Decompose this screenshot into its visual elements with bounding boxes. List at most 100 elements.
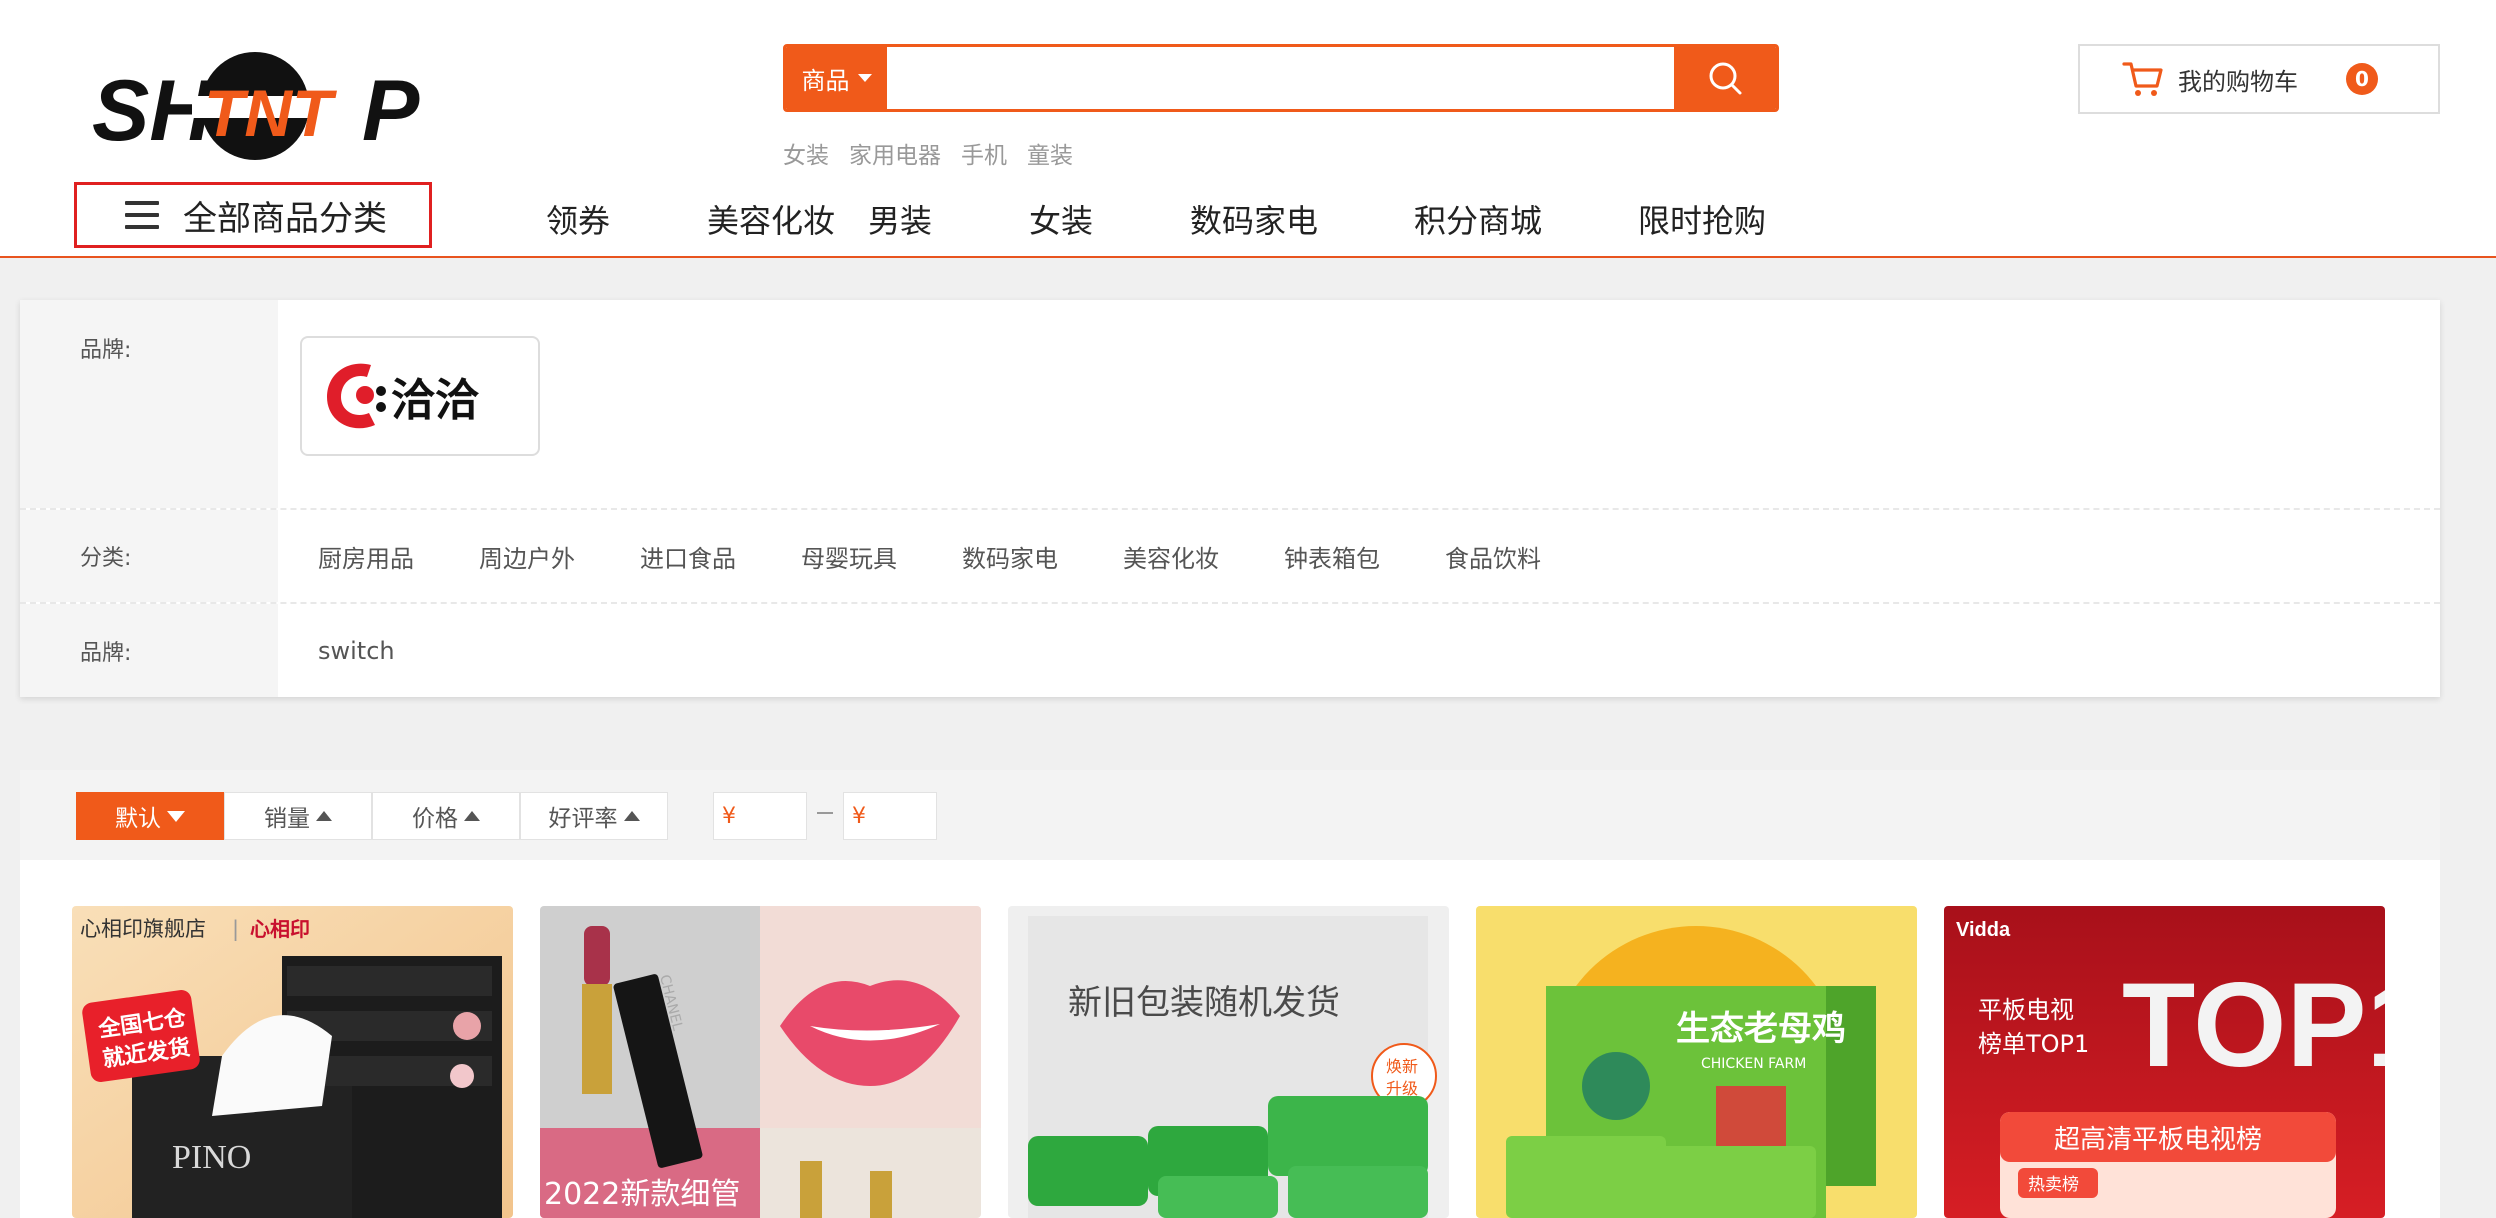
caret-up-icon [623, 811, 640, 821]
svg-text:|: | [232, 917, 239, 942]
svg-text:Vidda: Vidda [1956, 919, 2011, 941]
search-button[interactable] [1674, 47, 1776, 109]
svg-text:P: P [362, 63, 420, 159]
all-categories-label: 全部商品分类 [183, 198, 387, 239]
search-type-dropdown[interactable]: 商品 [786, 47, 887, 109]
sort-bar: 默认 销量 价格 好评率 ¥ ¥ [20, 770, 2440, 860]
category-link[interactable]: 周边户外 [479, 539, 575, 574]
menu-icon [125, 201, 159, 229]
price-range-separator [817, 812, 833, 814]
svg-text:生态老母鸡: 生态老母鸡 [1676, 1009, 1846, 1049]
svg-text:升级: 升级 [1386, 1079, 1418, 1098]
sort-default-label: 默认 [115, 806, 161, 832]
search-input[interactable] [887, 47, 1674, 109]
filter-row-brand: 品牌: 洽洽 [20, 300, 2440, 510]
svg-text:2022新款细管: 2022新款细管 [544, 1177, 740, 1212]
filter-row-brand-2: 品牌: switch [20, 604, 2440, 697]
brand-link-switch[interactable]: switch [278, 604, 2440, 697]
svg-text:平板电视: 平板电视 [1978, 996, 2074, 1024]
caret-up-icon [316, 811, 332, 821]
cart-count-badge: 0 [2346, 63, 2378, 95]
product-card[interactable]: 心相印旗舰店 | 心相印 PINO 全国七仓 就近发货 [72, 906, 513, 1218]
product-card[interactable]: 新旧包装随机发货 焕新 升级 [1008, 906, 1449, 1218]
sort-rating-label: 好评率 [548, 806, 618, 832]
product-card[interactable]: 生态老母鸡 CHICKEN FARM [1476, 906, 1917, 1218]
cart-label: 我的购物车 [2178, 67, 2298, 96]
hotword-link[interactable]: 家用电器 [849, 136, 941, 170]
price-max-field[interactable]: ¥ [843, 792, 937, 840]
category-link[interactable]: 厨房用品 [318, 539, 414, 574]
search-type-label: 商品 [801, 66, 850, 95]
main-nav: 领券 美容化妆 男装 女装 数码家电 积分商城 限时抢购 [546, 196, 1766, 242]
sort-sales-button[interactable]: 销量 [224, 792, 372, 840]
hot-keywords: 女装 家用电器 手机 童装 [783, 136, 1073, 170]
currency-symbol: ¥ [852, 803, 866, 829]
price-min-field[interactable]: ¥ [713, 792, 807, 840]
filter-row-category: 分类: 厨房用品 周边户外 进口食品 母婴玩具 数码家电 美容化妆 钟表箱包 食… [20, 510, 2440, 604]
site-logo[interactable]: SH TNT P [92, 50, 432, 165]
svg-text:TOP1: TOP1 [2122, 958, 2385, 1092]
logo-image: SH TNT P [92, 52, 420, 160]
product-image: 新旧包装随机发货 焕新 升级 [1008, 906, 1449, 1218]
hotword-link[interactable]: 手机 [961, 136, 1007, 170]
nav-item-electronics[interactable]: 数码家电 [1190, 196, 1414, 242]
svg-text:心相印: 心相印 [250, 917, 310, 941]
product-image: Vidda 平板电视 榜单TOP1 TOP1 超高清平板电视榜 热卖榜 [1944, 906, 2385, 1218]
sort-sales-label: 销量 [264, 806, 310, 832]
hotword-link[interactable]: 女装 [783, 136, 829, 170]
search-icon [1709, 62, 1742, 95]
shopping-cart-icon [2122, 62, 2163, 96]
svg-text:超高清平板电视榜: 超高清平板电视榜 [2054, 1125, 2262, 1155]
filter-panel: 品牌: 洽洽 分类: 厨房用品 周边户外 进口食品 母婴玩具 数码家电 美容化妆… [20, 300, 2440, 697]
category-link[interactable]: 数码家电 [962, 539, 1058, 574]
category-link[interactable]: 钟表箱包 [1284, 539, 1380, 574]
nav-item-menswear[interactable]: 男装 [868, 196, 1029, 242]
brand-logo-image: 洽洽 [327, 363, 480, 429]
nav-item-coupons[interactable]: 领券 [546, 196, 707, 242]
product-card[interactable]: CHANEL 2022新款细管 [540, 906, 981, 1218]
svg-text:热卖榜: 热卖榜 [2028, 1175, 2079, 1195]
category-list: 厨房用品 周边户外 进口食品 母婴玩具 数码家电 美容化妆 钟表箱包 食品饮料 [278, 510, 2440, 602]
caret-up-icon [464, 811, 480, 821]
filter-label: 品牌: [20, 604, 278, 697]
brand-logo-qiaqia[interactable]: 洽洽 [300, 336, 540, 456]
svg-text:PINO: PINO [172, 1139, 251, 1176]
filter-label: 品牌: [20, 300, 278, 508]
product-grid: 心相印旗舰店 | 心相印 PINO 全国七仓 就近发货 CHANEL 2022新… [52, 906, 2412, 1218]
price-min-input[interactable] [740, 804, 800, 828]
sort-rating-button[interactable]: 好评率 [520, 792, 668, 840]
svg-text:心相印旗舰店: 心相印旗舰店 [80, 917, 206, 941]
filter-label: 分类: [20, 510, 278, 602]
sort-price-label: 价格 [412, 806, 458, 832]
site-header: SH TNT P 商品 女装 家用电器 手机 童装 我的购物车 0 全部商品分类… [0, 0, 2496, 258]
search-bar: 商品 [783, 44, 1779, 112]
price-max-input[interactable] [870, 804, 930, 828]
category-link[interactable]: 母婴玩具 [801, 539, 897, 574]
product-card[interactable]: Vidda 平板电视 榜单TOP1 TOP1 超高清平板电视榜 热卖榜 [1944, 906, 2385, 1218]
product-list-section: 默认 销量 价格 好评率 ¥ ¥ 心相印旗舰店 | 心相印 PINO 全国七仓 … [20, 770, 2440, 1218]
svg-text:CHICKEN FARM: CHICKEN FARM [1701, 1056, 1806, 1072]
hotword-link[interactable]: 童装 [1027, 136, 1073, 170]
sort-price-button[interactable]: 价格 [372, 792, 520, 840]
svg-text:榜单TOP1: 榜单TOP1 [1978, 1030, 2089, 1058]
caret-down-icon [167, 810, 185, 822]
sort-default-button[interactable]: 默认 [76, 792, 224, 840]
cart-button[interactable]: 我的购物车 0 [2078, 44, 2440, 114]
all-categories-button[interactable]: 全部商品分类 [74, 182, 432, 248]
currency-symbol: ¥ [722, 803, 736, 829]
product-image: 生态老母鸡 CHICKEN FARM [1476, 906, 1917, 1218]
caret-down-icon [857, 74, 872, 82]
nav-item-womenswear[interactable]: 女装 [1029, 196, 1190, 242]
category-link[interactable]: 食品饮料 [1445, 539, 1541, 574]
product-image: 心相印旗舰店 | 心相印 PINO 全国七仓 就近发货 [72, 906, 513, 1218]
svg-text:TNT: TNT [204, 76, 337, 150]
category-link[interactable]: 美容化妆 [1123, 539, 1219, 574]
nav-item-flash-sale[interactable]: 限时抢购 [1638, 196, 1766, 242]
brand-logo-text: 洽洽 [391, 375, 480, 426]
svg-text:新旧包装随机发货: 新旧包装随机发货 [1068, 983, 1340, 1023]
category-link[interactable]: 进口食品 [640, 539, 736, 574]
nav-item-beauty[interactable]: 美容化妆 [707, 196, 868, 242]
product-image: CHANEL 2022新款细管 [540, 906, 981, 1218]
nav-item-points-mall[interactable]: 积分商城 [1414, 196, 1638, 242]
svg-text:焕新: 焕新 [1386, 1057, 1418, 1076]
